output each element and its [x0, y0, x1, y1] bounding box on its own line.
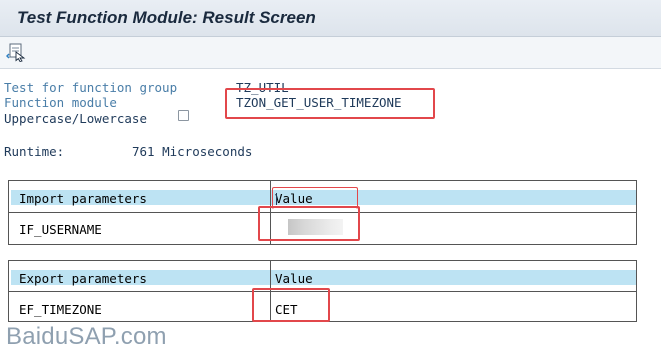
export-value-header: Value — [275, 271, 313, 286]
case-label: Uppercase/Lowercase — [4, 111, 147, 126]
import-header-label: Import parameters — [19, 191, 147, 206]
runtime-value: 761 Microseconds — [132, 144, 253, 159]
export-header-label: Export parameters — [19, 271, 147, 286]
import-value-highlight — [258, 206, 360, 241]
function-module-highlight — [225, 88, 435, 119]
export-param-name: EF_TIMEZONE — [19, 302, 102, 317]
export-value-highlight — [252, 288, 330, 322]
application-toolbar — [0, 37, 661, 69]
import-param-name: IF_USERNAME — [19, 222, 102, 237]
uppercase-lowercase-checkbox[interactable] — [178, 110, 189, 121]
function-module-label: Function module — [4, 95, 117, 110]
test-for-label: Test for function group — [4, 80, 178, 95]
value-cell-focus-marker — [272, 187, 358, 209]
back-to-screen-icon[interactable] — [5, 42, 28, 63]
watermark: BaiduSAP.com — [6, 323, 167, 350]
window-title: Test Function Module: Result Screen — [17, 8, 316, 27]
title-bar: Test Function Module: Result Screen — [0, 0, 661, 37]
runtime-label: Runtime: — [4, 144, 65, 159]
